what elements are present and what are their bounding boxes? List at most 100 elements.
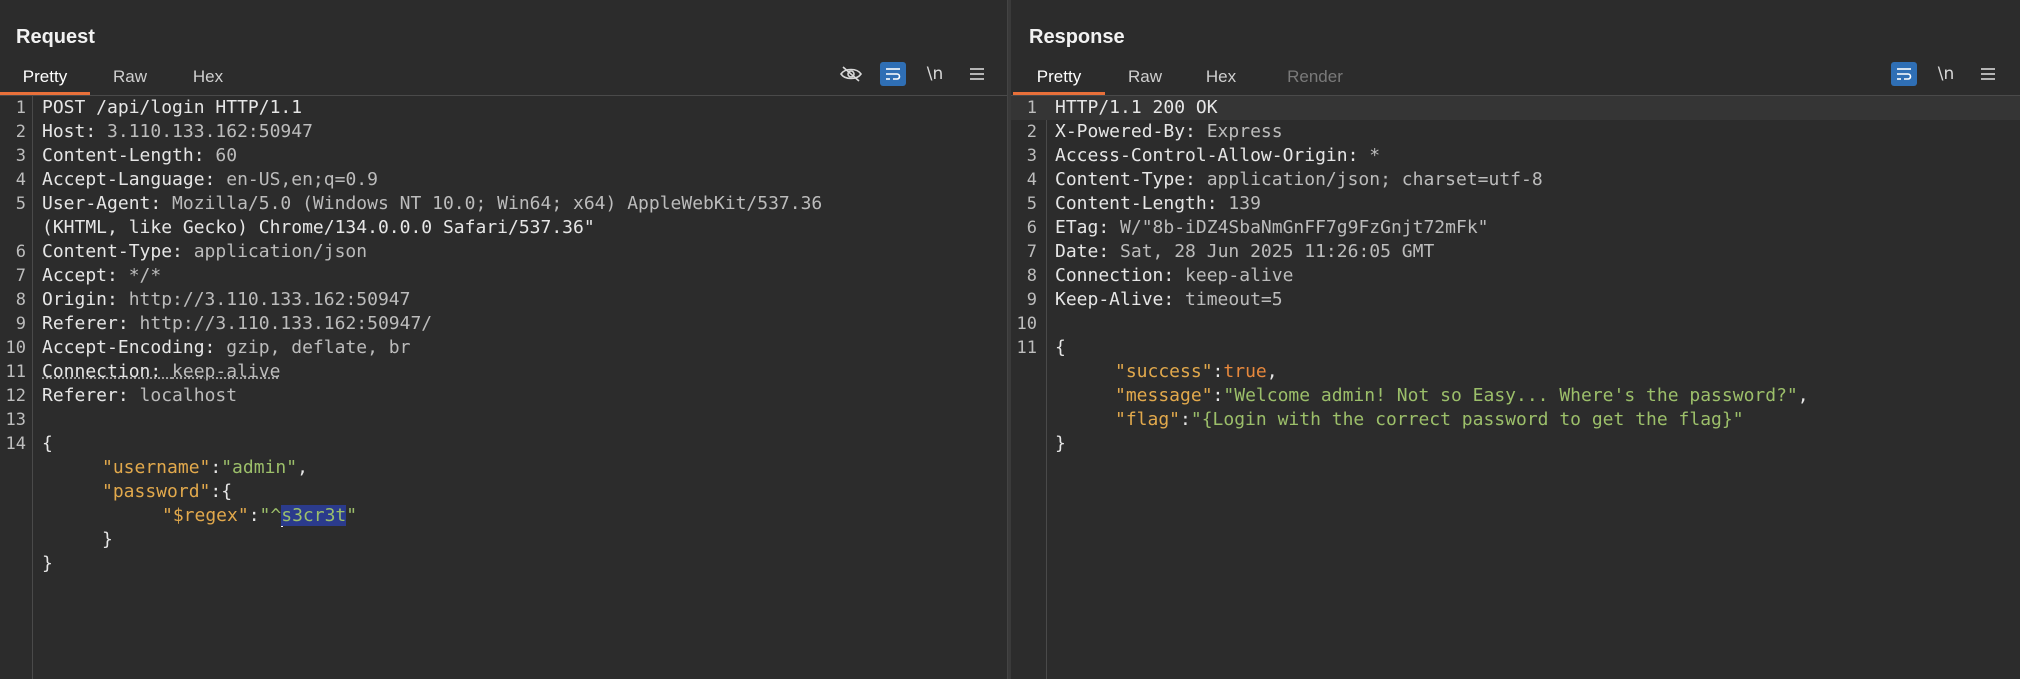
- json-key: "message": [1115, 385, 1213, 406]
- line-number: 5: [1026, 194, 1037, 214]
- header-name: Referer:: [42, 385, 140, 406]
- response-panel: Response Pretty Raw Hex Render \n 1 HTTP/…: [1011, 0, 2020, 679]
- header-line: Connection: keep-alive: [42, 360, 280, 384]
- tab-pretty[interactable]: Pretty: [1013, 67, 1105, 95]
- code-line: "success":true,: [1115, 361, 1278, 382]
- code-line: 1 HTTP/1.1 200 OK: [1011, 96, 2020, 120]
- line-number: 6: [1026, 218, 1037, 238]
- json-boolean: true: [1223, 361, 1267, 382]
- code-line: "password":{: [102, 481, 233, 502]
- header-value: keep-alive: [1185, 265, 1294, 286]
- line-number: 2: [15, 122, 26, 142]
- header-line: Accept-Encoding: gzip, deflate, br: [42, 336, 410, 360]
- json-string: ": [346, 505, 358, 526]
- newline-toggle[interactable]: \n: [1933, 62, 1959, 86]
- header-line: Keep-Alive: timeout=5: [1055, 288, 1283, 312]
- selected-text[interactable]: s3cr3t: [281, 505, 347, 526]
- json-key: "success": [1115, 361, 1213, 382]
- menu-icon[interactable]: [1975, 62, 2001, 86]
- code-line: 8 Connection: keep-alive: [1011, 264, 2020, 288]
- line-number: 12: [5, 386, 26, 406]
- header-value: keep-alive: [172, 361, 281, 382]
- line-number: 1: [15, 98, 26, 118]
- line-number: 6: [15, 242, 26, 262]
- code-line: 2 X-Powered-By: Express: [1011, 120, 2020, 144]
- code-line: 2 Host: 3.110.133.162:50947: [0, 120, 1007, 144]
- header-value: *: [1369, 145, 1381, 166]
- header-value: */*: [128, 265, 162, 286]
- header-value: Express: [1206, 121, 1283, 142]
- code-line: 7 Date: Sat, 28 Jun 2025 11:26:05 GMT: [1011, 240, 2020, 264]
- word-wrap-icon[interactable]: [880, 62, 906, 86]
- line-number: 3: [15, 146, 26, 166]
- code-line: 9 Keep-Alive: timeout=5: [1011, 288, 2020, 312]
- header-name: Referer:: [42, 313, 140, 334]
- code-line: 3 Access-Control-Allow-Origin: *: [1011, 144, 2020, 168]
- code-line: 13: [0, 408, 1007, 432]
- header-line: Content-Type: application/json; charset=…: [1055, 168, 1543, 192]
- code-line: 14 {: [0, 432, 1007, 456]
- line-number: 8: [15, 290, 26, 310]
- header-value: 3.110.133.162:50947: [107, 121, 313, 142]
- header-value: gzip, deflate, br: [226, 337, 411, 358]
- line-number: 4: [1026, 170, 1037, 190]
- line-number: 3: [1026, 146, 1037, 166]
- header-name: Origin:: [42, 289, 129, 310]
- tab-raw[interactable]: Raw: [100, 67, 160, 95]
- code-line: "$regex":"^s3cr3t": [162, 505, 358, 527]
- request-code: 1 POST /api/login HTTP/1.1 2 Host: 3.110.13…: [0, 96, 1007, 576]
- hide-eye-icon[interactable]: [838, 62, 864, 86]
- code-text: {: [42, 433, 53, 454]
- code-text: HTTP/1.1 200 OK: [1055, 97, 1218, 118]
- header-line: Content-Length: 139: [1055, 192, 1261, 216]
- newline-toggle[interactable]: \n: [922, 62, 948, 86]
- header-line: ETag: W/"8b-iDZ4SbaNmGnFF7g9FzGnjt72mFk": [1055, 216, 1489, 240]
- response-code: 1 HTTP/1.1 200 OK 2 X-Powered-By: Express 3 A…: [1011, 96, 2020, 456]
- header-line: User-Agent: Mozilla/5.0 (Windows NT 10.0…: [42, 192, 822, 216]
- json-key: "password": [102, 481, 211, 502]
- json-string: "^: [259, 505, 282, 526]
- header-line: Referer: http://3.110.133.162:50947/: [42, 312, 432, 336]
- code-text: {: [1055, 337, 1066, 358]
- response-editor[interactable]: 1 HTTP/1.1 200 OK 2 X-Powered-By: Express 3 A…: [1011, 96, 2020, 679]
- line-number: 11: [1016, 338, 1037, 358]
- header-line: Content-Type: application/json: [42, 240, 367, 264]
- code-line: 7 Accept: */*: [0, 264, 1007, 288]
- tab-hex[interactable]: Hex: [178, 67, 238, 95]
- code-text: (KHTML, like Gecko) Chrome/134.0.0.0 Saf…: [42, 217, 595, 238]
- header-name: Connection:: [42, 361, 173, 382]
- code-line: 6 Content-Type: application/json: [0, 240, 1007, 264]
- json-string: "Welcome admin! Not so Easy... Where's t…: [1223, 385, 1798, 406]
- header-name: Accept-Encoding:: [42, 337, 227, 358]
- header-value: Sat, 28 Jun 2025 11:26:05 GMT: [1120, 241, 1435, 262]
- request-title: Request: [16, 26, 95, 48]
- tab-pretty[interactable]: Pretty: [0, 67, 90, 95]
- header-value: localhost: [139, 385, 238, 406]
- header-line: X-Powered-By: Express: [1055, 120, 1283, 144]
- word-wrap-icon[interactable]: [1891, 62, 1917, 86]
- tab-raw[interactable]: Raw: [1115, 67, 1175, 95]
- header-value: 139: [1228, 193, 1261, 214]
- json-key: "flag": [1115, 409, 1181, 430]
- header-name: User-Agent:: [42, 193, 173, 214]
- header-name: Content-Length:: [42, 145, 216, 166]
- line-number: 7: [15, 266, 26, 286]
- code-line: "username":"admin",: [102, 457, 308, 478]
- header-name: Accept-Language:: [42, 169, 227, 190]
- response-title: Response: [1029, 26, 1125, 48]
- header-line: Access-Control-Allow-Origin: *: [1055, 144, 1380, 168]
- request-editor[interactable]: 1 POST /api/login HTTP/1.1 2 Host: 3.110.13…: [0, 96, 1007, 679]
- header-value: timeout=5: [1185, 289, 1283, 310]
- header-line: Host: 3.110.133.162:50947: [42, 120, 313, 144]
- code-line: 4 Content-Type: application/json; charset…: [1011, 168, 2020, 192]
- header-line: Accept: */*: [42, 264, 161, 288]
- tab-render[interactable]: Render: [1275, 67, 1355, 95]
- code-line: 10 Accept-Encoding: gzip, deflate, br: [0, 336, 1007, 360]
- header-value: application/json; charset=utf-8: [1206, 169, 1543, 190]
- header-value: http://3.110.133.162:50947/: [139, 313, 433, 334]
- menu-icon[interactable]: [964, 62, 990, 86]
- code-line: 8 Origin: http://3.110.133.162:50947: [0, 288, 1007, 312]
- header-line: Accept-Language: en-US,en;q=0.9: [42, 168, 378, 192]
- code-line: 12 Referer: localhost: [0, 384, 1007, 408]
- tab-hex[interactable]: Hex: [1191, 67, 1251, 95]
